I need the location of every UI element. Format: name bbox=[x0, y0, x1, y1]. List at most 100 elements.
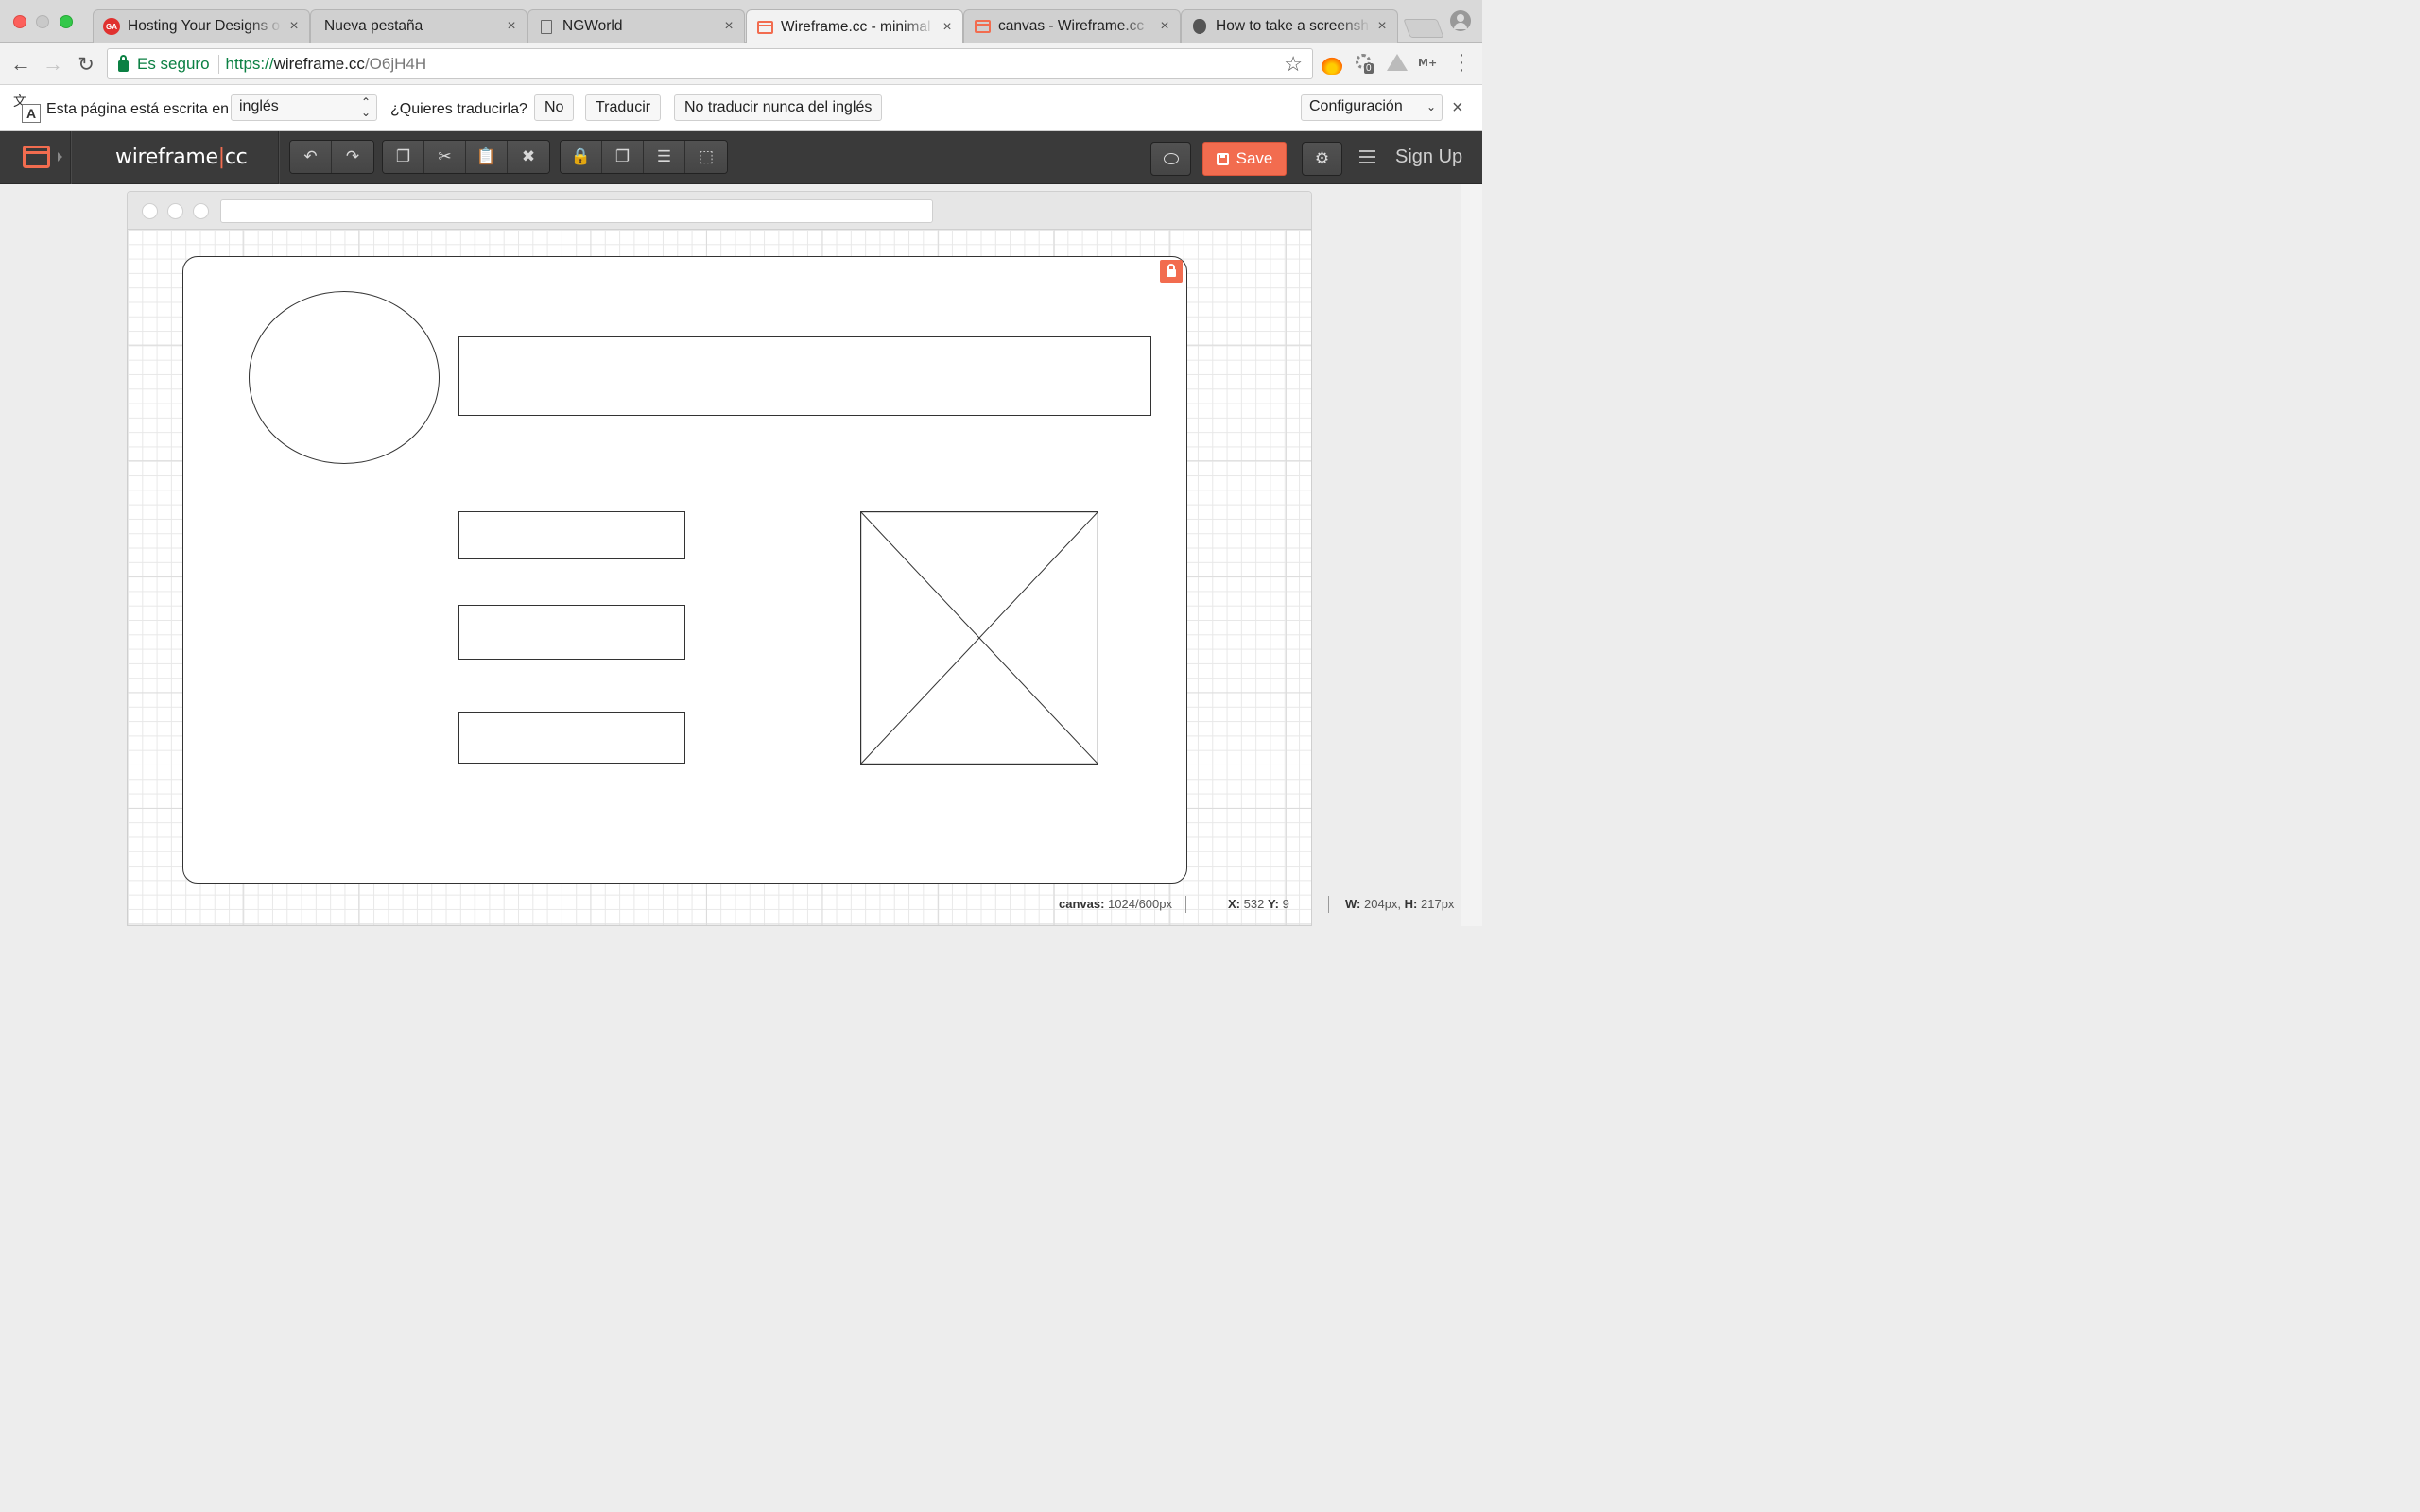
divider bbox=[1328, 896, 1329, 913]
document-icon bbox=[538, 18, 555, 35]
redo-icon[interactable]: ↷ bbox=[332, 141, 373, 173]
security-label: Es seguro bbox=[137, 54, 210, 73]
profile-icon[interactable] bbox=[1450, 10, 1471, 31]
translate-button[interactable]: Traducir bbox=[585, 94, 662, 121]
translate-infobar: 文A Esta página está escrita en inglés ⌃ ⌄… bbox=[0, 85, 1482, 131]
no-button[interactable]: No bbox=[534, 94, 575, 121]
align-icon[interactable]: ☰ bbox=[644, 141, 685, 173]
group-icon[interactable]: ⬚ bbox=[685, 141, 727, 173]
tab-title: Wireframe.cc - minimal bbox=[781, 18, 931, 35]
fire-extension-icon[interactable] bbox=[1322, 54, 1342, 75]
vertical-scrollbar[interactable] bbox=[1461, 184, 1482, 926]
close-icon[interactable]: × bbox=[1452, 97, 1463, 119]
tab-close-icon[interactable]: × bbox=[721, 18, 736, 35]
tab-title: Hosting Your Designs o bbox=[128, 18, 281, 34]
cut-icon[interactable]: ✂ bbox=[424, 141, 466, 173]
reload-icon[interactable]: ↻ bbox=[74, 52, 98, 77]
divider bbox=[1185, 896, 1186, 913]
browser-tab-active[interactable]: Wireframe.cc - minimal × bbox=[746, 9, 963, 43]
extension-badge: 0 bbox=[1364, 63, 1374, 74]
window-minimize-button[interactable] bbox=[36, 15, 49, 28]
y-label: Y: bbox=[1267, 897, 1279, 911]
browser-tab[interactable]: Nueva pestaña × bbox=[310, 9, 527, 43]
sign-up-link[interactable]: Sign Up bbox=[1395, 146, 1462, 168]
cursor-position-readout: X: 532 Y: 9 bbox=[1228, 897, 1289, 911]
browser-menu-icon[interactable]: · · · bbox=[1454, 45, 1469, 79]
app-menu-icon[interactable] bbox=[23, 146, 50, 168]
never-translate-button[interactable]: No traducir nunca del inglés bbox=[674, 94, 883, 121]
logo-text: cc bbox=[224, 146, 248, 169]
browser-tab[interactable]: How to take a screensh × bbox=[1181, 9, 1398, 43]
wireframe-rectangle[interactable] bbox=[458, 511, 685, 559]
h-value: 217px bbox=[1421, 897, 1455, 911]
delete-icon[interactable]: ✖ bbox=[508, 141, 549, 173]
translate-settings-select[interactable]: Configuración ⌄ bbox=[1301, 94, 1443, 121]
undo-icon[interactable]: ↶ bbox=[290, 141, 332, 173]
tab-title: How to take a screensh bbox=[1216, 18, 1369, 34]
browser-toolbar: ← → ↻ Es seguro https:// wireframe.cc /O… bbox=[0, 43, 1482, 85]
back-arrow-icon[interactable]: ← bbox=[9, 52, 33, 77]
browser-tab[interactable]: canvas - Wireframe.cc × bbox=[963, 9, 1181, 43]
copy-icon[interactable]: ❐ bbox=[383, 141, 424, 173]
url-scheme: https:// bbox=[225, 54, 274, 73]
hamburger-menu-icon[interactable] bbox=[1359, 150, 1375, 163]
url-path: /O6jH4H bbox=[364, 54, 427, 73]
history-button-group: ↶ ↷ bbox=[289, 140, 374, 174]
browser-tab[interactable]: NGWorld × bbox=[527, 9, 745, 43]
lock-icon bbox=[118, 54, 129, 72]
tab-close-icon[interactable]: × bbox=[940, 19, 955, 36]
comment-button[interactable] bbox=[1150, 142, 1191, 176]
wireframe-icon bbox=[974, 18, 991, 35]
wireframe-rectangle[interactable] bbox=[458, 712, 685, 764]
browser-tab[interactable]: GA Hosting Your Designs o × bbox=[93, 9, 310, 43]
save-label: Save bbox=[1236, 149, 1273, 167]
paste-icon[interactable]: 📋 bbox=[466, 141, 508, 173]
bookmark-star-icon[interactable]: ☆ bbox=[1284, 52, 1303, 77]
h-label: H: bbox=[1404, 897, 1418, 911]
floppy-disk-icon bbox=[1216, 152, 1229, 165]
tab-close-icon[interactable]: × bbox=[286, 18, 302, 35]
tab-close-icon[interactable]: × bbox=[1374, 18, 1390, 35]
wireframe-ellipse[interactable] bbox=[249, 291, 440, 464]
divider bbox=[278, 131, 279, 184]
caret-right-icon bbox=[58, 152, 62, 162]
settings-button[interactable]: ⚙ bbox=[1302, 142, 1342, 176]
new-tab-button[interactable] bbox=[1403, 19, 1444, 38]
drive-extension-icon[interactable] bbox=[1387, 54, 1408, 71]
lock-icon[interactable] bbox=[1160, 260, 1183, 283]
forward-arrow-icon[interactable]: → bbox=[41, 52, 65, 77]
save-button[interactable]: Save bbox=[1202, 142, 1287, 176]
wireframe-rectangle[interactable] bbox=[458, 605, 685, 660]
window-zoom-button[interactable] bbox=[60, 15, 73, 28]
browser-tab-strip: GA Hosting Your Designs o × Nueva pestañ… bbox=[0, 0, 1482, 43]
address-bar[interactable]: Es seguro https:// wireframe.cc /O6jH4H … bbox=[107, 48, 1313, 79]
tab-close-icon[interactable]: × bbox=[504, 18, 519, 35]
bring-front-icon[interactable]: ❐ bbox=[602, 141, 644, 173]
window-close-button[interactable] bbox=[13, 15, 26, 28]
arrange-button-group: 🔒 ❐ ☰ ⬚ bbox=[560, 140, 728, 174]
tab-close-icon[interactable]: × bbox=[1157, 18, 1172, 35]
x-value: 532 bbox=[1243, 897, 1265, 911]
divider bbox=[217, 54, 219, 74]
url-host: wireframe.cc bbox=[273, 54, 365, 73]
canvas-value: 1024/600px bbox=[1108, 897, 1172, 911]
chevron-down-icon: ⌄ bbox=[1426, 100, 1436, 113]
wireframe-image-placeholder[interactable] bbox=[860, 511, 1098, 765]
comment-icon bbox=[1163, 153, 1179, 164]
wireframe-rectangle[interactable] bbox=[458, 336, 1151, 416]
app-logo: wireframe|cc bbox=[115, 146, 248, 169]
tab-title: Nueva pestaña bbox=[324, 18, 424, 34]
language-select[interactable]: inglés ⌃ ⌄ bbox=[231, 94, 377, 121]
logo-text: wireframe bbox=[115, 146, 218, 169]
translate-icon: 文A bbox=[10, 93, 41, 123]
settings-label: Configuración bbox=[1309, 98, 1403, 114]
mplus-extension-icon[interactable]: M+ bbox=[1418, 57, 1439, 77]
canvas-browser-chrome bbox=[128, 192, 1311, 230]
translate-question: ¿Quieres traducirla? bbox=[390, 101, 527, 117]
select-arrows-icon: ⌃ ⌄ bbox=[360, 95, 371, 119]
lock-icon[interactable]: 🔒 bbox=[561, 141, 602, 173]
wireframe-icon bbox=[756, 19, 773, 36]
x-label: X: bbox=[1228, 897, 1240, 911]
gear-extension-icon[interactable]: 0 bbox=[1356, 54, 1376, 75]
w-value: 204px, bbox=[1364, 897, 1402, 911]
